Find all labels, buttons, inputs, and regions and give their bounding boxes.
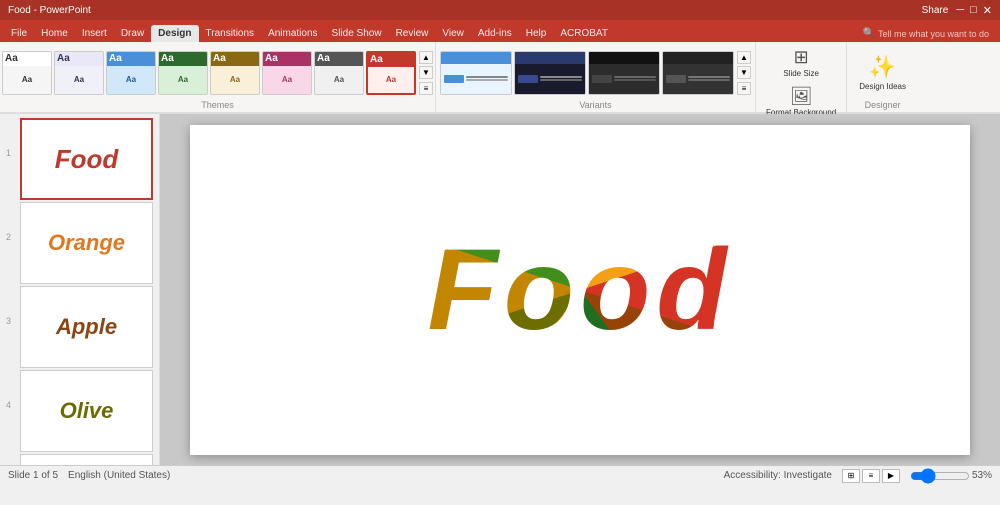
tab-insert[interactable]: Insert xyxy=(75,25,114,42)
theme-item-1[interactable]: Aa Aa xyxy=(54,51,104,95)
slide-thumb-3[interactable]: Apple xyxy=(20,286,153,368)
slide-item-4: 4 Olive xyxy=(6,370,153,452)
tab-transitions[interactable]: Transitions xyxy=(199,25,262,42)
slide-panel: 1 Food 2 Orange 3 Apple 4 Olive xyxy=(0,114,160,465)
app-filename: Food - PowerPoint xyxy=(8,5,91,16)
tab-view[interactable]: View xyxy=(435,25,471,42)
zoom-area: 53% xyxy=(910,470,992,481)
accessibility-status: Accessibility: Investigate xyxy=(724,470,832,481)
designer-label: Designer xyxy=(865,100,901,110)
minimize-button[interactable]: ─ xyxy=(956,4,964,16)
slide-number-4: 4 xyxy=(6,370,16,410)
slide-thumb-1[interactable]: Food xyxy=(20,118,153,200)
tab-review[interactable]: Review xyxy=(389,25,436,42)
zoom-slider[interactable] xyxy=(910,471,970,481)
close-button[interactable]: ✕ xyxy=(983,4,992,17)
slide-title-2: Orange xyxy=(48,230,125,256)
status-bar: Slide 1 of 5 English (United States) Acc… xyxy=(0,465,1000,485)
slide-title-4: Olive xyxy=(60,398,114,424)
theme-item-4[interactable]: Aa Aa xyxy=(210,51,260,95)
theme-item-6[interactable]: Aa Aa xyxy=(314,51,364,95)
slide-area: Food xyxy=(160,114,1000,465)
slide-size-icon: ⊞ xyxy=(794,47,809,68)
tab-slideshow[interactable]: Slide Show xyxy=(325,25,389,42)
slide-number-3: 3 xyxy=(6,286,16,326)
themes-more[interactable]: ≡ xyxy=(419,82,433,95)
slide-item-3: 3 Apple xyxy=(6,286,153,368)
main-area: 1 Food 2 Orange 3 Apple 4 Olive xyxy=(0,114,1000,465)
variant-item-1[interactable] xyxy=(514,51,586,95)
customize-section: ⊞ Slide Size 🖼 Format Background Customi… xyxy=(756,42,847,112)
variant-item-0[interactable] xyxy=(440,51,512,95)
slide-size-button[interactable]: ⊞ Slide Size xyxy=(779,45,823,80)
language-status: English (United States) xyxy=(68,470,714,481)
tab-draw[interactable]: Draw xyxy=(114,25,151,42)
zoom-level: 53% xyxy=(972,470,992,481)
slide-item-2: 2 Orange xyxy=(6,202,153,284)
slide-thumb-4[interactable]: Olive xyxy=(20,370,153,452)
search-icon: 🔍 xyxy=(862,28,874,39)
themes-section: Aa Aa Aa Aa Aa Aa xyxy=(0,42,436,112)
main-slide-title: Food xyxy=(428,224,733,356)
ribbon: Aa Aa Aa Aa Aa Aa xyxy=(0,42,1000,114)
theme-item-5[interactable]: Aa Aa xyxy=(262,51,312,95)
theme-item-3[interactable]: Aa Aa xyxy=(158,51,208,95)
slide-title-3: Apple xyxy=(56,314,117,340)
slide-thumb-5[interactable]: Bread xyxy=(20,454,153,465)
variant-item-3[interactable] xyxy=(662,51,734,95)
search-bar[interactable]: 🔍 Tell me what you want to do xyxy=(855,25,996,42)
slide-item-1: 1 Food xyxy=(6,118,153,200)
slide-canvas[interactable]: Food xyxy=(190,125,970,455)
variant-item-2[interactable] xyxy=(588,51,660,95)
tab-animations[interactable]: Animations xyxy=(261,25,324,42)
tab-home[interactable]: Home xyxy=(34,25,75,42)
design-ideas-label: Design Ideas xyxy=(859,82,906,91)
slide-number-2: 2 xyxy=(6,202,16,242)
slideshow-view-button[interactable]: ▶ xyxy=(882,469,900,483)
theme-item-0[interactable]: Aa Aa xyxy=(2,51,52,95)
themes-scroll-down[interactable]: ▼ xyxy=(419,66,433,79)
design-ideas-icon: ✨ xyxy=(869,54,896,80)
designer-section: ✨ Design Ideas Designer xyxy=(847,42,918,112)
slide-thumb-2[interactable]: Orange xyxy=(20,202,153,284)
maximize-button[interactable]: □ xyxy=(970,4,977,16)
view-buttons: ⊞ ≡ ▶ xyxy=(842,469,900,483)
variants-scroll-up[interactable]: ▲ xyxy=(737,51,751,64)
themes-label: Themes xyxy=(2,100,433,110)
slide-title-1: Food xyxy=(55,144,119,175)
tab-addins[interactable]: Add-ins xyxy=(471,25,519,42)
theme-item-7-selected[interactable]: Aa Aa xyxy=(366,51,416,95)
variants-label: Variants xyxy=(440,100,751,110)
normal-view-button[interactable]: ⊞ xyxy=(842,469,860,483)
theme-item-2[interactable]: Aa Aa xyxy=(106,51,156,95)
design-ideas-button[interactable]: ✨ Design Ideas xyxy=(855,50,910,95)
slide-item-5: 5 Bread xyxy=(6,454,153,465)
variants-more[interactable]: ≡ xyxy=(737,82,751,95)
search-hint: Tell me what you want to do xyxy=(878,29,989,39)
tab-acrobat[interactable]: ACROBAT xyxy=(553,25,615,42)
share-button[interactable]: Share xyxy=(922,5,949,16)
tab-help[interactable]: Help xyxy=(519,25,554,42)
themes-scroll-up[interactable]: ▲ xyxy=(419,51,433,64)
title-bar: Food - PowerPoint Share ─ □ ✕ xyxy=(0,0,1000,20)
tabs-bar: File Home Insert Draw Design Transitions… xyxy=(0,20,1000,42)
slide-number-1: 1 xyxy=(6,118,16,158)
format-bg-icon: 🖼 xyxy=(790,86,813,107)
tab-file[interactable]: File xyxy=(4,25,34,42)
slide-size-label: Slide Size xyxy=(783,69,819,78)
variants-section: ▲ ▼ ≡ Variants xyxy=(436,42,756,112)
outline-view-button[interactable]: ≡ xyxy=(862,469,880,483)
slide-info: Slide 1 of 5 xyxy=(8,470,58,481)
tab-design[interactable]: Design xyxy=(151,25,198,42)
slide-number-5: 5 xyxy=(6,454,16,465)
variants-scroll-down[interactable]: ▼ xyxy=(737,66,751,79)
